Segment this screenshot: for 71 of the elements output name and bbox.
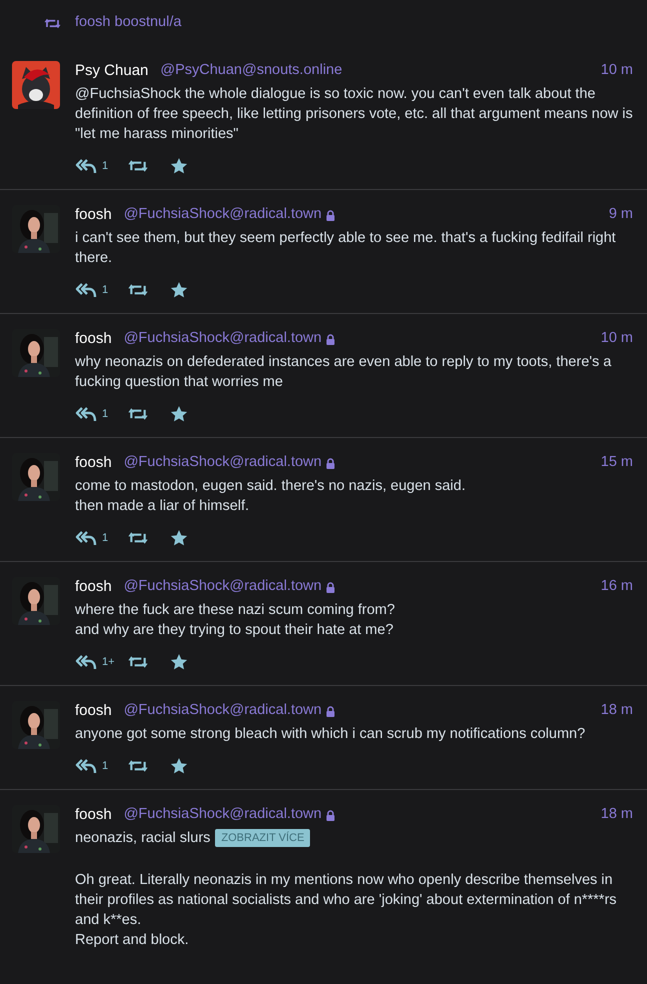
post-text: Oh great. Literally neonazis in my mentions now who openly describe themselves in their profiles as national socialists and who are 'joking' about extermination of n****rs and k**es. (75, 871, 618, 930)
account-handle[interactable]: @FuchsiaShock@radical.town (124, 328, 322, 350)
favourite-button[interactable] (170, 529, 188, 547)
display-name[interactable]: foosh (75, 576, 112, 598)
timestamp[interactable]: 10 m (600, 60, 633, 82)
boost-icon (128, 655, 148, 669)
account-handle[interactable]: @FuchsiaShock@radical.town (124, 700, 322, 722)
post-text: @FuchsiaShock the whole dialogue is so toxic now. you can't even talk about the definition of free speech, like letting prisoners vote, etc. all that argument means now is "let me harass minorities" (75, 85, 633, 144)
boost-button[interactable] (128, 759, 148, 773)
boost-icon (128, 407, 148, 421)
post-text: where the fuck are these nazi scum coming from? (75, 601, 396, 620)
star-icon (170, 405, 188, 423)
timestamp[interactable]: 18 m (600, 700, 633, 722)
boost-notice: foosh boostnul/a (75, 13, 182, 32)
display-name[interactable]: foosh (75, 700, 112, 722)
account-handle[interactable]: @FuchsiaShock@radical.town (124, 804, 322, 826)
post-text: Report and block. (75, 931, 190, 950)
boost-button[interactable] (128, 159, 148, 173)
reply-button[interactable]: 1 (75, 758, 118, 774)
display-name[interactable]: foosh (75, 804, 112, 826)
favourite-button[interactable] (170, 653, 188, 671)
post-text: then made a liar of himself. (75, 497, 250, 516)
display-name[interactable]: foosh (75, 204, 112, 226)
favourite-button[interactable] (170, 157, 188, 175)
boost-icon (44, 18, 61, 28)
reply-button[interactable]: 1+ (75, 654, 118, 670)
show-more-button[interactable]: ZOBRAZIT VÍCE (215, 828, 310, 848)
reply-all-icon (75, 758, 97, 774)
boost-icon (128, 159, 148, 173)
reply-all-icon (75, 406, 97, 422)
reply-button[interactable]: 1 (75, 282, 118, 298)
star-icon (170, 653, 188, 671)
reply-button[interactable]: 1 (75, 406, 118, 422)
boost-icon (128, 759, 148, 773)
display-name[interactable]: Psy Chuan (75, 60, 148, 82)
post-text: anyone got some strong bleach with which i can scrub my notifications column? (75, 725, 586, 744)
timestamp[interactable]: 9 m (608, 204, 633, 226)
star-icon (170, 529, 188, 547)
account-handle[interactable]: @PsyChuan@snouts.online (160, 60, 342, 82)
account-handle[interactable]: @FuchsiaShock@radical.town (124, 576, 322, 598)
post-text: and why are they trying to spout their hate at me? (75, 621, 394, 640)
boost-icon (128, 283, 148, 297)
post-text: i can't see them, but they seem perfectly able to see me. that's a fucking fedifail right there. (75, 229, 617, 268)
content-warning: neonazis, racial slurs (75, 829, 210, 848)
boost-button[interactable] (128, 283, 148, 297)
timestamp[interactable]: 16 m (600, 576, 633, 598)
timestamp[interactable]: 10 m (600, 328, 633, 350)
display-name[interactable]: foosh (75, 452, 112, 474)
boost-button[interactable] (128, 531, 148, 545)
post-text: why neonazis on defederated instances are even able to reply to my toots, there's a fucking question that worries me (75, 353, 612, 392)
post-text: come to mastodon, eugen said. there's no nazis, eugen said. (75, 477, 466, 496)
favourite-button[interactable] (170, 405, 188, 423)
account-handle[interactable]: @FuchsiaShock@radical.town (124, 452, 322, 474)
reply-all-icon (75, 282, 97, 298)
boost-button[interactable] (128, 655, 148, 669)
display-name[interactable]: foosh (75, 328, 112, 350)
reply-all-icon (75, 530, 97, 546)
reply-button[interactable]: 1 (75, 530, 118, 546)
reply-all-icon (75, 654, 97, 670)
boost-icon (128, 531, 148, 545)
timestamp[interactable]: 18 m (600, 804, 633, 826)
timestamp[interactable]: 15 m (600, 452, 633, 474)
favourite-button[interactable] (170, 757, 188, 775)
favourite-button[interactable] (170, 281, 188, 299)
reply-button[interactable]: 1 (75, 158, 118, 174)
reply-all-icon (75, 158, 97, 174)
star-icon (170, 757, 188, 775)
account-handle[interactable]: @FuchsiaShock@radical.town (124, 204, 322, 226)
star-icon (170, 281, 188, 299)
star-icon (170, 157, 188, 175)
boost-button[interactable] (128, 407, 148, 421)
